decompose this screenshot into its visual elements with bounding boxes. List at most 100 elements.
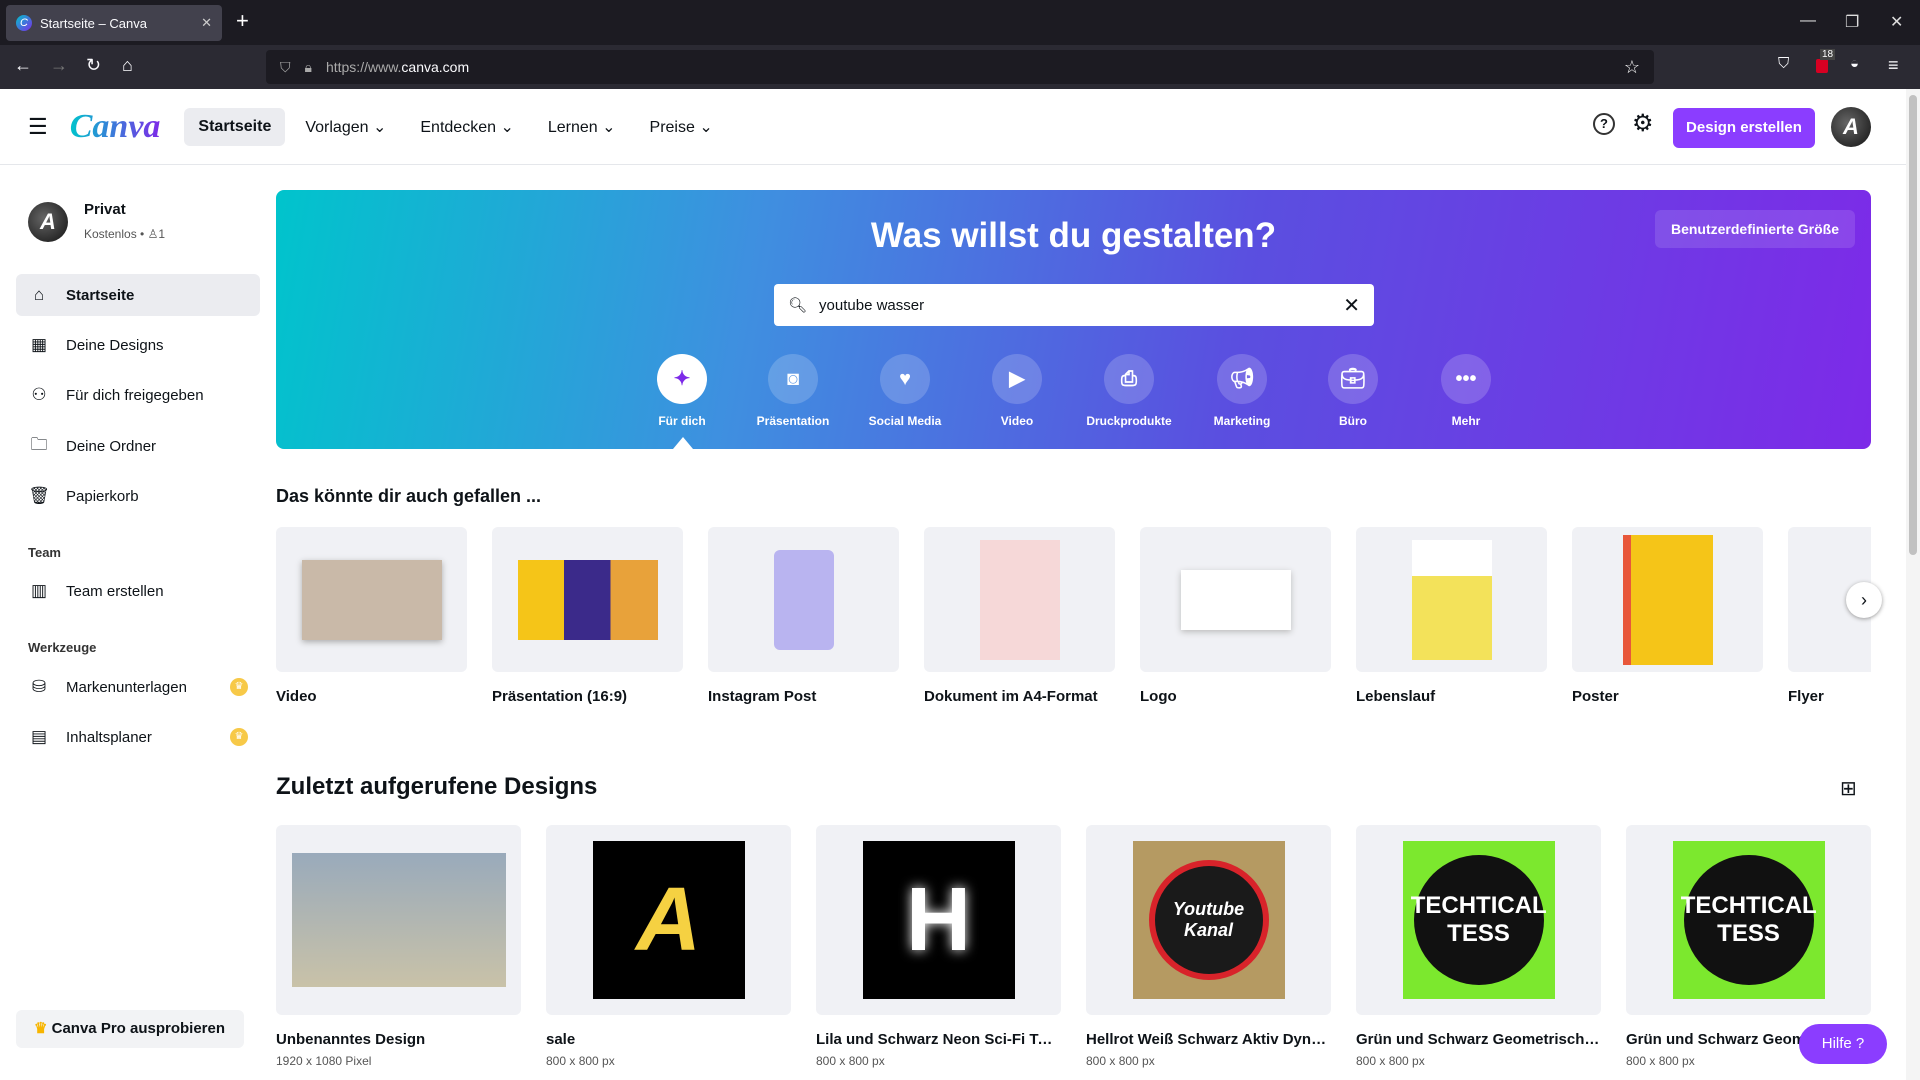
carousel-next-button[interactable]: ›	[1846, 582, 1882, 618]
category-label: Für dich	[658, 414, 706, 428]
help-button[interactable]: Hilfe ?	[1799, 1024, 1887, 1064]
close-tab-icon[interactable]: ✕	[201, 15, 212, 31]
video-camera-icon: ▶	[992, 354, 1042, 404]
recent-design-card[interactable]: Youtube Kanal Hellrot Weiß Schwarz Aktiv …	[1086, 825, 1331, 1068]
clear-search-icon[interactable]: ✕	[1343, 293, 1360, 318]
sidebar-item-deine-designs[interactable]: ▦ Deine Designs	[16, 324, 260, 366]
sidebar-item-markenunterlagen[interactable]: ⛁ Markenunterlagen ♛	[16, 666, 260, 708]
sidebar-item-papierkorb[interactable]: 🗑︎ Papierkorb	[16, 475, 260, 517]
suggestion-card[interactable]: Präsentation (16:9)	[492, 527, 683, 705]
suggestion-card[interactable]: Video	[276, 527, 467, 705]
design-title: Hellrot Weiß Schwarz Aktiv Dynam...	[1086, 1031, 1331, 1048]
browser-tab[interactable]: C Startseite – Canva ✕	[6, 5, 222, 41]
suggestion-label: Lebenslauf	[1356, 688, 1436, 705]
design-thumbnail: TECHTICAL TESS	[1356, 825, 1601, 1015]
nav-vorlagen[interactable]: Vorlagen ⌄	[291, 107, 400, 147]
help-icon[interactable]: ?	[1593, 113, 1615, 135]
reload-icon[interactable]: ↻	[86, 55, 101, 76]
suggestion-card[interactable]: Poster	[1572, 527, 1763, 705]
hamburger-menu-icon[interactable]: ☰	[28, 114, 48, 140]
more-dots-icon: •••	[1441, 354, 1491, 404]
suggestion-label: Instagram Post	[708, 688, 817, 705]
suggestion-card[interactable]: Logo	[1140, 527, 1331, 705]
forward-icon[interactable]: →	[50, 55, 68, 76]
category-marketing[interactable]: 📢︎ Marketing	[1187, 354, 1297, 428]
nav-lernen[interactable]: Lernen ⌄	[534, 107, 630, 147]
sidebar-item-team-erstellen[interactable]: ▥ Team erstellen	[16, 570, 260, 612]
suggestion-label: Dokument im A4-Format	[924, 688, 1098, 705]
menu-icon[interactable]: ≡	[1888, 55, 1899, 76]
heart-icon: ♥	[880, 354, 930, 404]
sidebar-item-deine-ordner[interactable]: 🗀 Deine Ordner	[16, 425, 260, 467]
suggestion-thumbnail	[924, 527, 1115, 672]
category-label: Mehr	[1451, 414, 1481, 428]
home-icon[interactable]: ⌂	[122, 55, 133, 76]
suggestion-card[interactable]: Instagram Post	[708, 527, 899, 705]
category-social-media[interactable]: ♥ Social Media	[850, 354, 960, 428]
extension-badge: 18	[1820, 49, 1836, 60]
category-buero[interactable]: 💼︎ Büro	[1298, 354, 1408, 428]
werkzeuge-heading: Werkzeuge	[28, 640, 97, 655]
new-tab-icon[interactable]: +	[236, 8, 249, 34]
design-erstellen-button[interactable]: Design erstellen	[1673, 108, 1815, 148]
category-label: Druckprodukte	[1086, 414, 1172, 428]
restore-icon[interactable]: ❐	[1845, 12, 1859, 32]
nav-preise[interactable]: Preise ⌄	[636, 107, 727, 147]
sidebar-item-freigegeben[interactable]: ⚇ Für dich freigegeben	[16, 374, 260, 416]
back-icon[interactable]: ←	[14, 55, 32, 76]
profile-extension-icon[interactable]: ◒	[1850, 55, 1859, 72]
design-size: 800 x 800 px	[546, 1054, 615, 1068]
nav-label: Preise	[649, 118, 695, 136]
canva-logo[interactable]: Canva	[70, 108, 161, 146]
sidebar-item-inhaltsplaner[interactable]: ▤ Inhaltsplaner ♛	[16, 716, 260, 758]
nav-label: Vorlagen	[305, 118, 369, 136]
shared-users-icon: ⚇	[31, 385, 47, 404]
sidebar: A Privat Kostenlos • ♙1 ⌂ Startseite ▦ Dei…	[0, 165, 270, 1080]
category-praesentation[interactable]: ◙ Präsentation	[738, 354, 848, 428]
design-thumbnail: Youtube Kanal	[1086, 825, 1331, 1015]
recent-design-card[interactable]: H Lila und Schwarz Neon Sci-Fi Twitc... 80…	[816, 825, 1061, 1068]
window-close-icon[interactable]: ✕	[1890, 12, 1903, 32]
recent-design-card[interactable]: Asale 800 x 800 px	[546, 825, 791, 1068]
design-title: Lila und Schwarz Neon Sci-Fi Twitc...	[816, 1031, 1061, 1048]
canva-favicon-icon: C	[16, 15, 32, 31]
category-druckprodukte[interactable]: ⎙ Druckprodukte	[1074, 354, 1184, 428]
canva-pro-button[interactable]: ♛ Canva Pro ausprobieren	[16, 1010, 244, 1048]
suggestion-label: Logo	[1140, 688, 1177, 705]
sidebar-item-label: Startseite	[66, 286, 135, 304]
recent-design-card[interactable]: TECHTICAL TESS Grün und Schwarz Geometris…	[1356, 825, 1601, 1068]
account-avatar: A	[28, 202, 68, 242]
chevron-down-icon: ⌄	[602, 118, 616, 136]
design-search-input[interactable]: 🔍︎ youtube wasser ✕	[774, 284, 1374, 326]
suggestion-label: Flyer	[1788, 688, 1824, 705]
extension-icon[interactable]	[1816, 59, 1828, 73]
suggestion-card[interactable]: Lebenslauf	[1356, 527, 1547, 705]
minimize-icon[interactable]: —	[1800, 12, 1816, 30]
trash-icon: 🗑︎	[28, 486, 50, 505]
category-label: Präsentation	[756, 414, 830, 428]
category-fuer-dich[interactable]: ✦ Für dich	[627, 354, 737, 428]
chevron-right-icon: ›	[1861, 590, 1867, 610]
url-bar[interactable]: ⛉ 🔒︎ https://www.canva.com ☆	[266, 50, 1654, 84]
bookmark-star-icon[interactable]: ☆	[1624, 57, 1640, 78]
settings-gear-icon[interactable]: ⚙	[1632, 109, 1654, 138]
pocket-icon[interactable]: ⛉	[1778, 55, 1789, 72]
nav-startseite[interactable]: Startseite	[184, 107, 286, 146]
recent-design-card[interactable]: Unbenanntes Design 1920 x 1080 Pixel	[276, 825, 521, 1068]
suggestion-card[interactable]: Dokument im A4-Format	[924, 527, 1115, 705]
sidebar-item-startseite[interactable]: ⌂ Startseite	[16, 274, 260, 316]
custom-size-button[interactable]: Benutzerdefinierte Größe	[1654, 210, 1855, 248]
category-mehr[interactable]: ••• Mehr	[1411, 354, 1521, 428]
page-scrollbar[interactable]	[1906, 89, 1920, 1080]
lock-icon: 🔒︎	[304, 58, 312, 75]
scrollbar-thumb[interactable]	[1909, 95, 1917, 555]
category-video[interactable]: ▶ Video	[962, 354, 1072, 428]
nav-label: Lernen	[547, 118, 598, 136]
grid-view-icon[interactable]: ⊞	[1840, 776, 1857, 801]
suggestion-thumbnail	[1356, 527, 1547, 672]
url-domain: canva.com	[401, 59, 470, 75]
chevron-down-icon: ⌄	[500, 118, 514, 136]
nav-entdecken[interactable]: Entdecken ⌄	[406, 107, 527, 147]
suggestion-thumbnail	[1572, 527, 1763, 672]
user-avatar[interactable]: A	[1831, 107, 1871, 147]
